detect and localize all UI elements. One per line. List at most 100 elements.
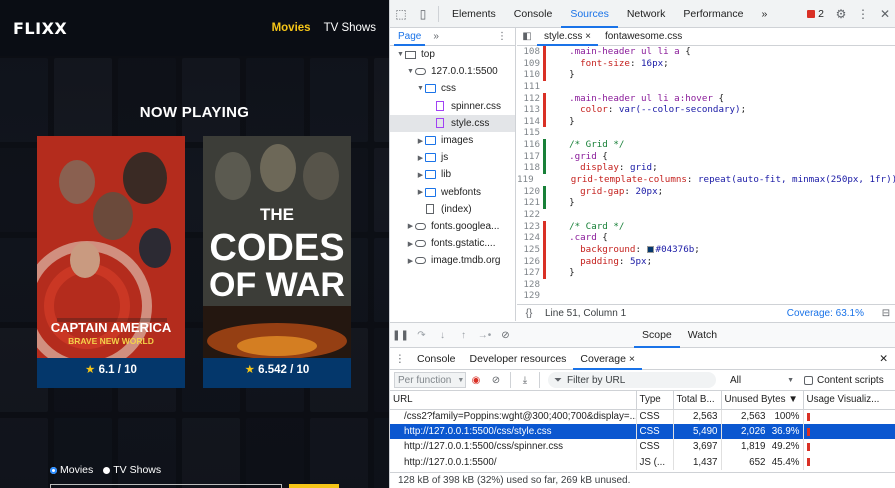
search-button[interactable]: [289, 484, 339, 488]
radio-tv-shows[interactable]: TV Shows: [103, 464, 161, 476]
line-number[interactable]: 122: [517, 209, 543, 221]
close-tab-icon[interactable]: ×: [629, 353, 635, 365]
more-navigator-tabs-icon[interactable]: »: [433, 31, 439, 42]
pause-icon[interactable]: ❚❚: [390, 330, 411, 341]
code-line[interactable]: 119 grid-template-columns: repeat(auto-f…: [517, 174, 895, 186]
drawer-tab-developer-resources[interactable]: Developer resources: [463, 349, 574, 370]
type-filter-select[interactable]: All ▼: [730, 372, 794, 388]
code-line[interactable]: 117 .grid {: [517, 150, 895, 163]
coverage-type-select[interactable]: Per function ▼: [394, 372, 466, 388]
code-line[interactable]: 115: [517, 127, 895, 139]
pretty-print-icon[interactable]: {}: [517, 308, 541, 319]
deactivate-breakpoints-icon[interactable]: ⊘: [495, 330, 516, 341]
tree-item[interactable]: (index): [390, 201, 515, 218]
line-number[interactable]: 118: [517, 162, 543, 174]
code-line[interactable]: 110 }: [517, 69, 895, 81]
code-line[interactable]: 125 background: #04376b;: [517, 243, 895, 256]
radio-movies[interactable]: Movies: [50, 464, 93, 476]
tab-network[interactable]: Network: [618, 0, 675, 28]
tree-item[interactable]: ▼ top: [390, 46, 515, 63]
line-number[interactable]: 109: [517, 58, 543, 70]
code-line[interactable]: 123 /* Card */: [517, 220, 895, 233]
movie-card[interactable]: CAPTAIN AMERICA BRAVE NEW WORLD ★ 6.1 / …: [37, 136, 185, 388]
col-unused-bytes[interactable]: Unused Bytes ▼: [721, 391, 804, 410]
kebab-menu-icon[interactable]: ⋮: [852, 0, 874, 28]
collapsed-arrow-icon[interactable]: ▶: [406, 222, 415, 230]
code-line[interactable]: 122: [517, 209, 895, 221]
col-url[interactable]: URL: [390, 391, 637, 410]
line-number[interactable]: 114: [517, 116, 543, 128]
code-line[interactable]: 114 }: [517, 115, 895, 128]
tree-item[interactable]: ▶ fonts.gstatic....: [390, 235, 515, 252]
tree-item[interactable]: spinner.css: [390, 98, 515, 115]
code-line[interactable]: 112 .main-header ul li a:hover {: [517, 92, 895, 105]
device-toolbar-icon[interactable]: ▯: [412, 0, 434, 28]
table-row[interactable]: /css2?family=Poppins:wght@300;400;700&di…: [390, 409, 895, 425]
line-number[interactable]: 108: [517, 46, 543, 58]
line-number[interactable]: 128: [517, 279, 543, 291]
nav-movies-link[interactable]: Movies: [272, 22, 311, 34]
code-line[interactable]: 126 padding: 5px;: [517, 255, 895, 268]
toggle-navigator-icon[interactable]: ◧: [517, 31, 537, 42]
tree-item[interactable]: ▶ images: [390, 132, 515, 149]
nav-tv-shows-link[interactable]: TV Shows: [324, 22, 376, 34]
line-number[interactable]: 129: [517, 290, 543, 302]
editor-tab-fontawesome-css[interactable]: fontawesome.css: [598, 28, 689, 46]
code-line[interactable]: 109 font-size: 16px;: [517, 57, 895, 70]
error-counter[interactable]: 2: [807, 8, 830, 20]
gear-icon[interactable]: ⚙: [830, 0, 852, 28]
tab-watch[interactable]: Watch: [680, 322, 725, 348]
tree-item[interactable]: style.css: [390, 114, 515, 132]
code-line[interactable]: 108 .main-header ul li a {: [517, 46, 895, 58]
line-number[interactable]: 119: [517, 174, 537, 186]
collapsed-arrow-icon[interactable]: ▶: [416, 188, 425, 196]
line-number[interactable]: 120: [517, 186, 543, 198]
line-number[interactable]: 113: [517, 104, 543, 116]
more-tabs-icon[interactable]: »: [752, 0, 776, 28]
tree-item[interactable]: ▶ image.tmdb.org: [390, 252, 515, 269]
expanded-arrow-icon[interactable]: ▼: [396, 51, 405, 58]
kebab-menu-icon[interactable]: ⋮: [497, 31, 507, 42]
record-stop-icon[interactable]: ◉: [466, 375, 486, 386]
close-tab-icon[interactable]: ×: [585, 31, 591, 42]
collapsed-arrow-icon[interactable]: ▶: [416, 137, 425, 145]
editor-tab-style-css[interactable]: style.css ×: [537, 28, 598, 46]
step-over-icon[interactable]: ↷: [411, 330, 432, 341]
tab-scope[interactable]: Scope: [634, 322, 680, 348]
line-number[interactable]: 125: [517, 244, 543, 256]
line-number[interactable]: 112: [517, 93, 543, 105]
collapsed-arrow-icon[interactable]: ▶: [406, 257, 415, 265]
line-number[interactable]: 110: [517, 69, 543, 81]
line-number[interactable]: 116: [517, 139, 543, 151]
table-row[interactable]: http://127.0.0.1:5500/css/spinner.css CSS…: [390, 439, 895, 455]
code-editor[interactable]: 108 .main-header ul li a {109 font-size:…: [517, 46, 895, 302]
line-number[interactable]: 121: [517, 197, 543, 209]
tree-item[interactable]: ▶ fonts.googlea...: [390, 218, 515, 235]
table-row[interactable]: http://127.0.0.1:5500/css/style.css CSS 5,…: [390, 424, 895, 440]
code-line[interactable]: 111: [517, 81, 895, 93]
coverage-percentage[interactable]: Coverage: 63.1%: [787, 308, 864, 319]
tab-performance[interactable]: Performance: [674, 0, 752, 28]
code-line[interactable]: 127 }: [517, 267, 895, 279]
tree-item[interactable]: ▼ css: [390, 80, 515, 97]
table-row[interactable]: http://127.0.0.1:5500/JS (... 1,437 652 45.…: [390, 454, 895, 470]
site-logo[interactable]: FLIXX: [13, 19, 67, 38]
line-number[interactable]: 127: [517, 267, 543, 279]
code-line[interactable]: 118 display: grid;: [517, 162, 895, 175]
code-line[interactable]: 124 .card {: [517, 232, 895, 244]
collapsed-arrow-icon[interactable]: ▶: [406, 240, 415, 248]
export-icon[interactable]: ⤓: [515, 375, 535, 386]
kebab-menu-icon[interactable]: ⋮: [390, 353, 410, 365]
tab-sources[interactable]: Sources: [561, 0, 618, 28]
tree-item[interactable]: ▶ webfonts: [390, 184, 515, 201]
close-icon[interactable]: ✕: [874, 0, 895, 28]
drawer-tab-console[interactable]: Console: [410, 349, 463, 370]
line-number[interactable]: 124: [517, 232, 543, 244]
line-number[interactable]: 111: [517, 81, 543, 93]
code-line[interactable]: 129: [517, 290, 895, 302]
line-number[interactable]: 115: [517, 127, 543, 139]
step-out-icon[interactable]: ↑: [453, 330, 474, 341]
col-type[interactable]: Type: [636, 391, 674, 410]
code-line[interactable]: 120 grid-gap: 20px;: [517, 185, 895, 198]
code-line[interactable]: 121 }: [517, 197, 895, 209]
